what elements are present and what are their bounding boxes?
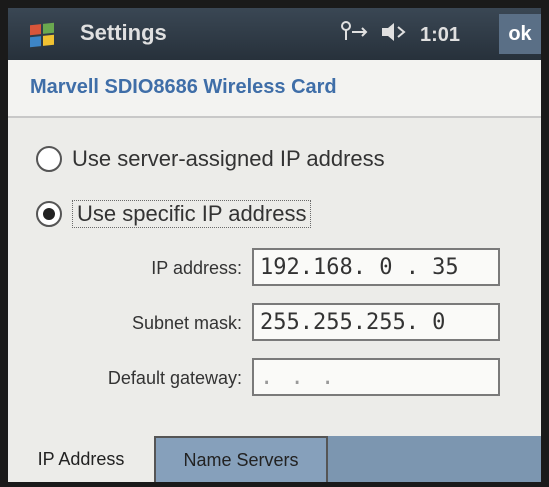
windows-flag-icon [30,22,54,48]
default-gateway-label: Default gateway: [107,368,242,388]
screen: Settings 1:01 ok Marvell SDIO8686 Wirele… [8,8,541,482]
subnet-mask-label: Subnet mask: [131,313,242,333]
tab-ip-address[interactable]: IP Address [8,436,156,482]
page-header: Marvell SDIO8686 Wireless Card [8,60,541,118]
start-button[interactable] [22,22,62,48]
network-icon[interactable] [338,20,368,50]
subnet-mask-field[interactable]: 255.255.255. 0 [252,303,500,341]
tab-bar: IP Address Name Servers [8,436,541,482]
ip-address-field[interactable]: 192.168. 0 . 35 [252,248,500,286]
page-title: Marvell SDIO8686 Wireless Card [30,76,337,98]
clock-time[interactable]: 1:01 [420,24,460,47]
radio-button-checked[interactable] [36,201,62,227]
ip-address-label: IP address: [151,258,242,278]
default-gateway-field[interactable]: . . . [252,358,500,396]
status-area[interactable]: 1:01 [338,20,460,50]
radio-specific-ip[interactable]: Use specific IP address [36,200,312,228]
radio-button[interactable] [36,146,62,172]
radio-label[interactable]: Use specific IP address [72,200,312,228]
app-title: Settings [80,20,167,45]
tab-name-servers[interactable]: Name Servers [156,436,328,482]
radio-label[interactable]: Use server-assigned IP address [72,146,385,172]
volume-icon[interactable] [380,20,408,50]
title-bar: Settings 1:01 ok [8,8,541,60]
ok-button[interactable]: ok [499,14,541,54]
radio-server-assigned[interactable]: Use server-assigned IP address [36,146,385,172]
